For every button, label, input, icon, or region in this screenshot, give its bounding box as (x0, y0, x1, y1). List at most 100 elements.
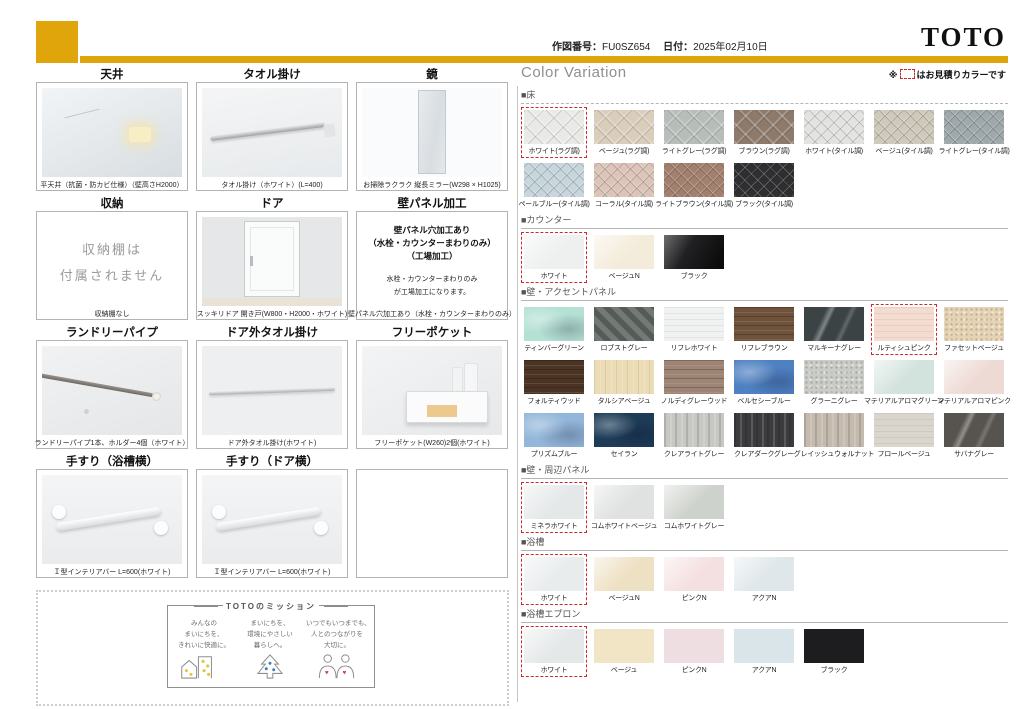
swatch-row: ホワイトベージュピンクNアクアNブラック (521, 626, 1008, 677)
swatch-tile (944, 360, 1004, 394)
color-variation-header: Color Variation ※はお見積りカラーです (521, 64, 1008, 84)
bar-flange (154, 521, 168, 535)
swatch-label-text: アクアN (752, 593, 777, 603)
color-swatch: セイラン (591, 410, 657, 461)
product-title: フリーポケット (356, 324, 508, 337)
swatch-label: ベージュN (594, 593, 654, 602)
swatch-tile (874, 110, 934, 144)
mirror-photo (362, 88, 502, 177)
swatch-label: リフレホワイト (664, 343, 724, 352)
product-image-box: Ｉ型インテリアバー L=600(ホワイト) (196, 469, 348, 578)
product-caption: フリーポケット(W260)2個(ホワイト) (357, 438, 507, 447)
swatch-row: ホワイト(ラグ調)ベージュ(ラグ調)ライトグレー(ラグ調)ブラウン(ラグ調)ホワ… (521, 107, 1008, 158)
product-image-box: お掃除ラクラク 縦長ミラー(W298 × H1025) (356, 82, 508, 191)
product-title: 壁パネル加工 (356, 195, 508, 208)
product-cell: 壁パネル加工壁パネル穴加工あり（水栓・カウンターまわりのみ）（工場加工）水栓・カ… (356, 191, 508, 320)
note-prefix: ※ (889, 70, 898, 80)
color-swatch-estimate: ホワイト (521, 626, 587, 677)
tree-icon (240, 653, 300, 679)
estimate-note: ※はお見積りカラーです (889, 68, 1006, 81)
product-caption-text: ランドリーパイプ1本、ホルダー4個（ホワイト） (35, 438, 190, 448)
product-cell (356, 449, 508, 578)
mission-items: みんなの まいにちを、 きれいに快適に。 まいにちを、 環境にやさしい 暮らしへ… (174, 618, 368, 685)
color-swatch-estimate: ホワイト (521, 232, 587, 283)
towel-bar (211, 122, 326, 141)
product-image-box (356, 469, 508, 578)
product-row: 手すり（浴槽横）Ｉ型インテリアバー L=600(ホワイト)手すり（ドア横）Ｉ型イ… (36, 449, 512, 578)
swatch-label: ホワイト (524, 665, 584, 674)
product-cell: 収納収納棚は付属されません収納棚なし (36, 191, 188, 320)
color-swatch-estimate: ルティシュピンク (871, 304, 937, 355)
swatch-tile (734, 110, 794, 144)
color-variation-sections: ■床ホワイト(ラグ調)ベージュ(ラグ調)ライトグレー(ラグ調)ブラウン(ラグ調)… (521, 88, 1008, 677)
product-caption-text: 壁パネル穴加工あり（水栓・カウンターまわりのみ） (348, 309, 516, 319)
product-image-box: ドア外タオル掛け(ホワイト) (196, 340, 348, 449)
swatch-label-text: ライトグレー(タイル調) (938, 146, 1009, 156)
cv-section-title: ■床 (521, 88, 1008, 104)
product-caption: スッキリドア 開き戸(W800・H2000・ホワイト) (197, 309, 347, 318)
product-caption-text: Ｉ型インテリアバー L=600(ホワイト) (214, 567, 331, 577)
color-swatch: フォルティウッド (521, 357, 587, 408)
swatch-label: ホワイト (524, 271, 584, 280)
color-swatch: ピンクN (661, 626, 727, 677)
color-swatch: クレアライトグレー (661, 410, 727, 461)
swatch-label: ノルディグレーウッド (664, 396, 724, 405)
swatch-tile (734, 307, 794, 341)
grab-bar (56, 507, 161, 531)
product-title: 手すり（浴槽横） (36, 453, 188, 466)
product-title: 鏡 (356, 66, 508, 79)
product-title: ドア (196, 195, 348, 208)
product-image-box: 壁パネル穴加工あり（水栓・カウンターまわりのみ）（工場加工）水栓・カウンターまわ… (356, 211, 508, 320)
swatch-row: ミネラホワイトコムホワイトベージュコムホワイトグレー (521, 482, 1008, 533)
swatch-label: ブラウン(ラグ調) (734, 146, 794, 155)
product-caption: ドア外タオル掛け(ホワイト) (197, 438, 347, 447)
color-swatch: ライトグレー(ラグ調) (661, 107, 727, 158)
swatch-label-text: コーラル(タイル調) (595, 199, 653, 209)
brand-yellow-square (36, 21, 78, 63)
product-caption: お掃除ラクラク 縦長ミラー(W298 × H1025) (357, 180, 507, 189)
wall-screw (84, 409, 89, 414)
product-title: 天井 (36, 66, 188, 79)
swatch-tile (594, 235, 654, 269)
swatch-label-text: サバナグレー (954, 449, 994, 459)
color-swatch: ファセットベージュ (941, 304, 1007, 355)
swatch-tile (664, 110, 724, 144)
document-meta: 作図番号：FU0SZ654 日付：2025年02月10日 (552, 38, 778, 53)
swatch-tile (804, 413, 864, 447)
product-caption-text: Ｉ型インテリアバー L=600(ホワイト) (54, 567, 171, 577)
product-cell: フリーポケットフリーポケット(W260)2個(ホワイト) (356, 320, 508, 449)
towel-bar-photo (202, 88, 342, 177)
swatch-tile (874, 360, 934, 394)
swatch-label-text: フォルティウッド (527, 396, 580, 406)
swatch-tile (804, 110, 864, 144)
swatch-tile (804, 629, 864, 663)
product-caption-text: タオル掛け（ホワイト）(L=400) (221, 180, 322, 190)
mission-line: まいにちを、 (174, 629, 234, 640)
bar-flange (314, 521, 328, 535)
panel-bold-line: （工場加工） (362, 250, 502, 263)
cv-section-title: ■浴槽エプロン (521, 607, 1008, 623)
swatch-label: ライトグレー(ラグ調) (664, 146, 724, 155)
sponge (427, 405, 457, 417)
storage-note-line: 収納棚は (82, 239, 142, 258)
mission-line: 大切に。 (306, 640, 368, 651)
swatch-label: ルティシュピンク (874, 343, 934, 352)
swatch-label-text: マルキーナグレー (807, 343, 861, 353)
cv-section: ■浴槽エプロンホワイトベージュピンクNアクアNブラック (521, 607, 1008, 677)
cv-section: ■カウンターホワイトベージュNブラック (521, 213, 1008, 283)
swatch-label-text: タルシアベージュ (598, 396, 651, 406)
swatch-label-text: ペールブルー(タイル調) (518, 199, 589, 209)
swatch-tile (664, 557, 724, 591)
swatch-label: ライトブラウン(タイル調) (664, 199, 724, 208)
free-pocket-photo (362, 346, 502, 435)
cv-section-title: ■カウンター (521, 213, 1008, 229)
swatch-label-text: ホワイト(ラグ調) (529, 146, 580, 156)
door (244, 221, 300, 297)
swatch-tile (804, 307, 864, 341)
swatch-tile (664, 485, 724, 519)
storage-note-line: 付属されません (60, 265, 165, 284)
swatch-tile (524, 235, 584, 269)
swatch-tile (524, 413, 584, 447)
towel-bar-bracket (323, 123, 336, 137)
swatch-label: ベージュN (594, 271, 654, 280)
